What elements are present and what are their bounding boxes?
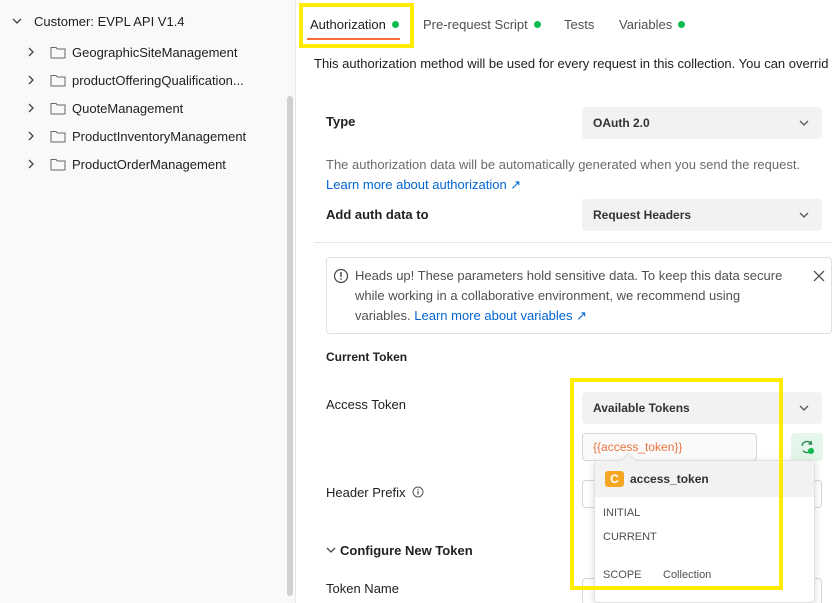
alert-message: Heads up! These parameters hold sensitiv… bbox=[355, 266, 795, 326]
folder-icon bbox=[50, 45, 66, 59]
configure-new-token-label: Configure New Token bbox=[340, 543, 473, 558]
learn-more-variables-link[interactable]: Learn more about variables ↗ bbox=[414, 308, 587, 323]
folder-item[interactable]: GeographicSiteManagement bbox=[24, 41, 238, 63]
tab-label: Pre-request Script bbox=[423, 16, 528, 32]
chevron-right-icon[interactable] bbox=[24, 129, 38, 143]
sync-icon bbox=[801, 440, 814, 454]
type-label: Type bbox=[326, 114, 356, 129]
access-token-label: Access Token bbox=[326, 397, 406, 412]
auto-generate-note: The authorization data will be automatic… bbox=[326, 157, 801, 172]
status-dot-icon bbox=[678, 20, 686, 28]
divider bbox=[314, 242, 832, 243]
tab-variables[interactable]: Variables bbox=[619, 12, 686, 36]
tab-label: Tests bbox=[564, 16, 595, 32]
folder-label: ProductOrderManagement bbox=[72, 156, 226, 172]
chevron-right-icon[interactable] bbox=[24, 101, 38, 115]
folder-item[interactable]: productOfferingQualification... bbox=[24, 69, 244, 91]
status-dot-icon bbox=[533, 20, 541, 28]
configure-new-token-toggle[interactable]: Configure New Token bbox=[326, 543, 473, 558]
folder-item[interactable]: ProductInventoryManagement bbox=[24, 125, 246, 147]
auth-description: This authorization method will be used f… bbox=[314, 56, 829, 71]
auth-type-value: OAuth 2.0 bbox=[593, 116, 650, 130]
folder-item[interactable]: QuoteManagement bbox=[24, 97, 183, 119]
chevron-right-icon[interactable] bbox=[24, 73, 38, 87]
sidebar-scrollbar[interactable] bbox=[287, 96, 293, 596]
collection-row[interactable]: Customer: EVPL API V1.4 bbox=[10, 10, 185, 32]
token-name-label: Token Name bbox=[326, 581, 399, 596]
sensitive-data-alert: Heads up! These parameters hold sensitiv… bbox=[326, 257, 832, 334]
chevron-down-icon bbox=[799, 120, 809, 126]
folder-label: productOfferingQualification... bbox=[72, 72, 244, 88]
current-token-heading: Current Token bbox=[326, 350, 408, 364]
folder-label: QuoteManagement bbox=[72, 100, 184, 116]
folder-icon bbox=[50, 73, 66, 87]
folder-icon bbox=[50, 101, 66, 115]
folder-label: GeographicSiteManagement bbox=[72, 44, 238, 60]
add-auth-value: Request Headers bbox=[593, 208, 692, 222]
sync-token-button[interactable] bbox=[791, 433, 823, 461]
add-auth-select[interactable]: Request Headers bbox=[582, 199, 822, 231]
folder-label: ProductInventoryManagement bbox=[72, 128, 247, 144]
tab-label: Variables bbox=[619, 16, 673, 32]
chevron-down-icon bbox=[799, 405, 809, 411]
header-prefix-text: Header Prefix bbox=[326, 485, 406, 500]
learn-more-authorization-link[interactable]: Learn more about authorization ↗ bbox=[326, 177, 521, 193]
add-auth-label: Add auth data to bbox=[326, 207, 429, 222]
close-icon[interactable] bbox=[811, 268, 827, 284]
auth-type-select[interactable]: OAuth 2.0 bbox=[582, 107, 822, 139]
info-icon[interactable] bbox=[412, 486, 424, 498]
info-circle-icon bbox=[333, 268, 349, 284]
highlight-box bbox=[299, 3, 414, 48]
header-prefix-label: Header Prefix bbox=[326, 485, 424, 500]
tab-pre-request-script[interactable]: Pre-request Script bbox=[423, 12, 541, 36]
collection-name: Customer: EVPL API V1.4 bbox=[34, 13, 185, 29]
tab-tests[interactable]: Tests bbox=[564, 12, 594, 36]
sidebar: Customer: EVPL API V1.4 GeographicSiteMa… bbox=[0, 0, 296, 603]
highlight-box bbox=[570, 378, 783, 590]
chevron-right-icon[interactable] bbox=[24, 157, 38, 171]
chevron-down-icon bbox=[326, 547, 336, 553]
folder-icon bbox=[50, 129, 66, 143]
chevron-down-icon[interactable] bbox=[10, 14, 24, 28]
folder-icon bbox=[50, 157, 66, 171]
chevron-down-icon bbox=[799, 212, 809, 218]
folder-item[interactable]: ProductOrderManagement bbox=[24, 153, 226, 175]
chevron-right-icon[interactable] bbox=[24, 45, 38, 59]
